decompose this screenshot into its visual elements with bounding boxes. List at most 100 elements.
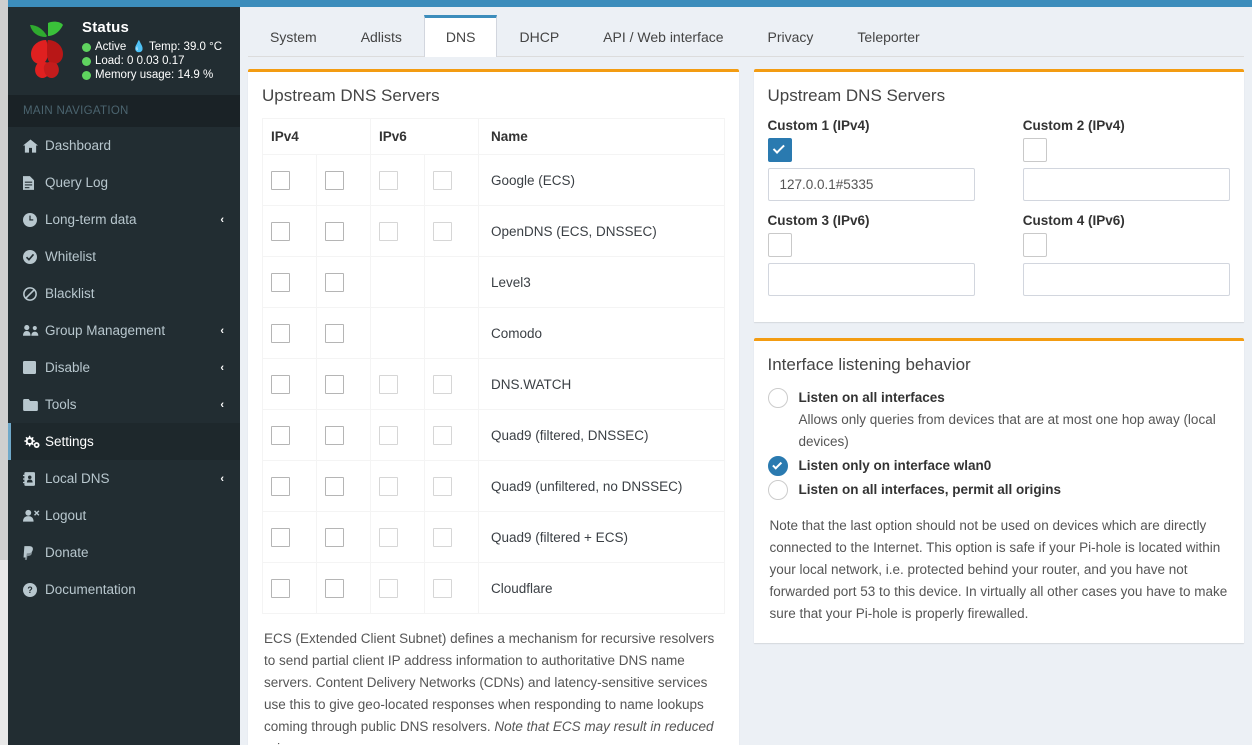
ipv4-cell-b[interactable]: [317, 359, 371, 410]
ipv6-cell-b[interactable]: [425, 461, 479, 512]
sidebar-item-whitelist[interactable]: Whitelist: [8, 238, 240, 275]
tab-adlists[interactable]: Adlists: [339, 15, 424, 57]
ipv4-cell-a[interactable]: [263, 257, 317, 308]
checkbox-ipv6-primary[interactable]: [379, 579, 398, 598]
page-scrollbar-thumb[interactable]: [0, 0, 8, 560]
tab-system[interactable]: System: [248, 15, 339, 57]
radio-option-all-interfaces[interactable]: Listen on all interfaces Allows only que…: [768, 387, 1231, 453]
checkbox-ipv6-secondary[interactable]: [433, 375, 452, 394]
checkbox-ipv4-primary[interactable]: [271, 375, 290, 394]
ipv6-cell-a[interactable]: [371, 461, 425, 512]
checkbox-custom-3[interactable]: [768, 233, 792, 257]
radio-permit-all-origins-icon[interactable]: [768, 480, 788, 500]
sidebar-item-donate[interactable]: Donate: [8, 534, 240, 571]
custom-2-input[interactable]: [1023, 168, 1230, 201]
ipv4-cell-b[interactable]: [317, 410, 371, 461]
ipv6-cell-a[interactable]: [371, 512, 425, 563]
custom-3-input[interactable]: [768, 263, 975, 296]
ipv4-cell-a[interactable]: [263, 512, 317, 563]
checkbox-ipv4-secondary[interactable]: [325, 324, 344, 343]
sidebar-item-disable[interactable]: Disable ‹: [8, 349, 240, 386]
checkbox-custom-4[interactable]: [1023, 233, 1047, 257]
radio-wlan0-icon[interactable]: [768, 456, 788, 476]
ipv4-cell-a[interactable]: [263, 308, 317, 359]
checkbox-custom-2[interactable]: [1023, 138, 1047, 162]
tab-dhcp[interactable]: DHCP: [497, 15, 581, 57]
checkbox-ipv4-secondary[interactable]: [325, 528, 344, 547]
checkbox-ipv4-primary[interactable]: [271, 171, 290, 190]
checkbox-ipv4-primary[interactable]: [271, 222, 290, 241]
checkbox-ipv4-primary[interactable]: [271, 477, 290, 496]
tab-api-web[interactable]: API / Web interface: [581, 15, 745, 57]
ipv4-cell-b[interactable]: [317, 155, 371, 206]
ipv4-cell-a[interactable]: [263, 359, 317, 410]
ipv6-cell-a[interactable]: [371, 206, 425, 257]
sidebar-item-local-dns[interactable]: Local DNS ‹: [8, 460, 240, 497]
ipv4-cell-b[interactable]: [317, 512, 371, 563]
checkbox-ipv4-secondary[interactable]: [325, 171, 344, 190]
ipv6-cell-b[interactable]: [425, 512, 479, 563]
ipv4-cell-a[interactable]: [263, 461, 317, 512]
sidebar-item-documentation[interactable]: ? Documentation: [8, 571, 240, 608]
tab-privacy[interactable]: Privacy: [746, 15, 836, 57]
checkbox-ipv6-primary[interactable]: [379, 375, 398, 394]
sidebar-item-query-log[interactable]: Query Log: [8, 164, 240, 201]
ipv6-cell-b[interactable]: [425, 563, 479, 614]
ipv6-cell-a[interactable]: [371, 155, 425, 206]
checkbox-ipv6-secondary[interactable]: [433, 477, 452, 496]
custom-4-input[interactable]: [1023, 263, 1230, 296]
checkbox-ipv4-primary[interactable]: [271, 426, 290, 445]
checkbox-custom-1[interactable]: [768, 138, 792, 162]
checkbox-ipv6-primary[interactable]: [379, 426, 398, 445]
sidebar-item-long-term-data[interactable]: Long-term data ‹: [8, 201, 240, 238]
ipv6-cell-b[interactable]: [425, 359, 479, 410]
checkbox-ipv6-primary[interactable]: [379, 222, 398, 241]
ipv6-cell-b[interactable]: [425, 410, 479, 461]
ipv4-cell-a[interactable]: [263, 563, 317, 614]
checkbox-ipv4-primary[interactable]: [271, 528, 290, 547]
ipv6-cell-a[interactable]: [371, 359, 425, 410]
checkbox-ipv4-primary[interactable]: [271, 273, 290, 292]
ipv4-cell-a[interactable]: [263, 206, 317, 257]
checkbox-ipv4-secondary[interactable]: [325, 375, 344, 394]
checkbox-ipv4-secondary[interactable]: [325, 273, 344, 292]
sidebar-item-tools[interactable]: Tools ‹: [8, 386, 240, 423]
ipv6-cell-a[interactable]: [371, 410, 425, 461]
tab-teleporter[interactable]: Teleporter: [835, 15, 941, 57]
ipv4-cell-a[interactable]: [263, 410, 317, 461]
checkbox-ipv4-primary[interactable]: [271, 324, 290, 343]
checkbox-ipv6-primary[interactable]: [379, 477, 398, 496]
checkbox-ipv4-secondary[interactable]: [325, 222, 344, 241]
sidebar-item-group-management[interactable]: Group Management ‹: [8, 312, 240, 349]
sidebar-item-blacklist[interactable]: Blacklist: [8, 275, 240, 312]
ipv6-cell-b[interactable]: [425, 206, 479, 257]
checkbox-ipv6-secondary[interactable]: [433, 222, 452, 241]
checkbox-ipv4-primary[interactable]: [271, 579, 290, 598]
ipv4-cell-b[interactable]: [317, 257, 371, 308]
checkbox-ipv6-secondary[interactable]: [433, 426, 452, 445]
radio-all-interfaces-icon[interactable]: [768, 388, 788, 408]
custom-1-input[interactable]: [768, 168, 975, 201]
ipv4-cell-b[interactable]: [317, 563, 371, 614]
sidebar-item-settings[interactable]: Settings: [8, 423, 240, 460]
tab-dns[interactable]: DNS: [424, 15, 498, 57]
checkbox-ipv4-secondary[interactable]: [325, 426, 344, 445]
checkbox-ipv6-primary[interactable]: [379, 171, 398, 190]
checkbox-ipv6-secondary[interactable]: [433, 528, 452, 547]
radio-option-wlan0[interactable]: Listen only on interface wlan0: [768, 455, 1231, 477]
sidebar-item-dashboard[interactable]: Dashboard: [8, 127, 240, 164]
checkbox-ipv6-primary[interactable]: [379, 528, 398, 547]
radio-option-permit-all-origins[interactable]: Listen on all interfaces, permit all ori…: [768, 479, 1231, 501]
checkbox-ipv4-secondary[interactable]: [325, 579, 344, 598]
sidebar-item-logout[interactable]: Logout: [8, 497, 240, 534]
ipv4-cell-a[interactable]: [263, 155, 317, 206]
ipv4-cell-b[interactable]: [317, 461, 371, 512]
ipv4-cell-b[interactable]: [317, 308, 371, 359]
ipv6-cell-a[interactable]: [371, 563, 425, 614]
ipv4-cell-b[interactable]: [317, 206, 371, 257]
checkbox-ipv6-secondary[interactable]: [433, 579, 452, 598]
checkbox-ipv6-secondary[interactable]: [433, 171, 452, 190]
ipv6-cell-b[interactable]: [425, 155, 479, 206]
page-scrollbar[interactable]: [0, 0, 8, 745]
checkbox-ipv4-secondary[interactable]: [325, 477, 344, 496]
